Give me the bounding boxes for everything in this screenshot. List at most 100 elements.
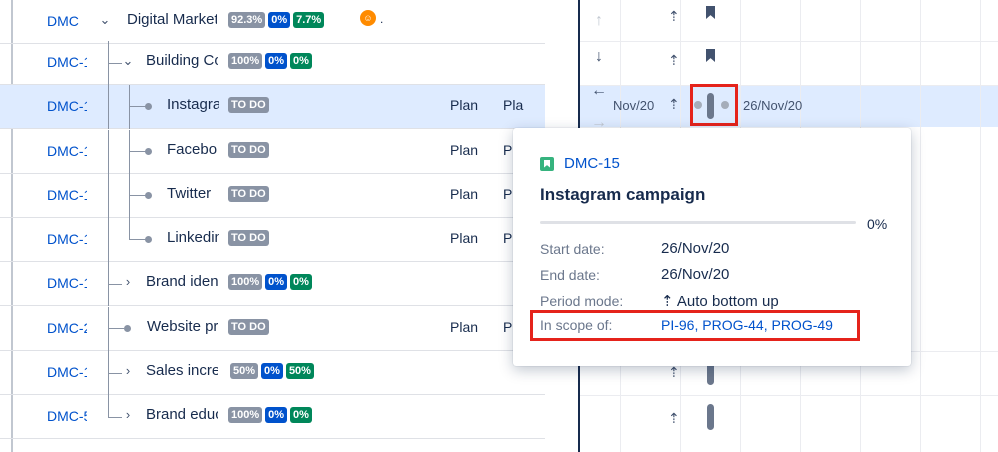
chevron-right-icon[interactable]: › [121,363,135,378]
issue-name: Website pr [147,318,218,335]
auto-bottom-up-icon: ⇡ [668,52,680,68]
planning-column: Pla [503,97,524,113]
issue-name: Building Co [146,52,218,69]
in-progress-badge: 0% [265,274,288,290]
tree-line [108,373,122,374]
tree-line [129,218,130,239]
in-progress-badge: 0% [268,12,291,28]
tree-line [129,174,130,218]
tree-line [108,174,109,218]
leaf-node-icon [124,325,131,332]
table-row[interactable]: DMC-1 Linkedin TO DO Plan P [0,218,545,263]
grid-row [580,85,998,86]
chevron-down-icon[interactable]: ⌄ [98,12,112,28]
tree-line [129,130,130,174]
table-row[interactable]: DMC-1 › Brand iden 100% 0% 0% [0,262,545,307]
chevron-down-icon[interactable]: ⌄ [121,53,135,69]
in-progress-badge: 0% [261,363,283,379]
issue-key-link[interactable]: DMC-1 [47,231,87,247]
issue-key-link[interactable]: DMC [47,13,87,29]
tree-line [129,195,146,196]
period-column: Plan [450,186,479,202]
done-badge: 50% [230,363,259,379]
tree-line [108,307,109,351]
tree-line [108,417,122,418]
arrow-left-icon[interactable]: ← [588,80,610,102]
card-header: DMC-15 [540,155,620,172]
period-column: Plan [450,97,479,113]
in-progress-badge: 0% [265,53,288,69]
tree-line [129,151,146,152]
issue-key-link[interactable]: DMC-1 [47,364,87,380]
tree-line [108,130,109,174]
status-label: TO DO [228,142,269,158]
issue-key-link[interactable]: DMC-1 [47,98,87,114]
tree-line [108,395,109,417]
todo-badge: 7.7% [293,12,325,28]
progress-badges: 100% 0% 0% [228,407,312,423]
arrow-up-icon[interactable]: ↑ [588,10,610,32]
progress-badges: 92.3% 0% 7.7% [228,12,325,28]
done-badge: 100% [228,407,263,423]
auto-bottom-up-icon: ⇡ [661,293,674,310]
issue-key-link[interactable]: DMC-2 [47,320,87,336]
chevron-right-icon[interactable]: › [121,407,135,422]
tree-line [108,284,122,285]
task-bar[interactable] [707,404,714,430]
todo-badge: 0% [290,407,312,423]
issue-name: Twitter [167,185,212,202]
arrow-down-icon[interactable]: ↓ [588,46,610,68]
issue-name: Sales incre [146,362,218,379]
grid-row [580,395,998,396]
issue-name: Facebook [167,141,217,158]
table-row-selected[interactable]: DMC-1 Instagram TO DO Plan Pla [0,85,545,130]
highlight-box [690,84,738,126]
issue-key-link[interactable]: DMC-1 [47,54,87,70]
issue-name: Brand iden [146,273,218,290]
issue-title: Instagram campaign [540,185,706,204]
progress-badges: 50% 0% 50% [230,363,314,379]
table-row[interactable]: DMC-5 › Brand educ 100% 0% 0% [0,395,545,440]
issue-key-link[interactable]: DMC-1 [47,143,87,159]
issue-key-link[interactable]: DMC-5 [47,408,87,424]
issue-hover-card: DMC-15 Instagram campaign 0% Start date:… [513,128,911,366]
auto-bottom-up-icon: ⇡ [668,364,680,380]
milestone-flag-icon[interactable] [706,6,715,19]
grid-row [580,41,998,42]
table-row[interactable]: DMC-2 Website pr TO DO Plan P [0,307,545,352]
tree-line [108,63,122,64]
grid-column [920,0,921,452]
done-badge: 100% [228,53,263,69]
table-row[interactable]: DMC-1 Facebook TO DO Plan P [0,130,545,175]
table-row[interactable]: DMC-1 Twitter TO DO Plan P [0,174,545,219]
period-column: Plan [450,142,479,158]
story-icon [540,156,554,171]
leaf-node-icon [145,148,152,155]
table-row[interactable]: DMC-1 ⌄ Building Co 100% 0% 0% [0,41,545,86]
bar-start-date: Nov/20 [613,98,655,113]
issue-key-link[interactable]: DMC-1 [47,187,87,203]
end-date-value: 26/Nov/20 [661,266,730,283]
status-badge: TO DO [228,142,269,158]
start-date-value: 26/Nov/20 [661,240,730,257]
milestone-flag-icon[interactable] [706,49,715,62]
progress-badges: 100% 0% 0% [228,274,312,290]
auto-bottom-up-icon: ⇡ [668,8,680,24]
status-label: TO DO [228,186,269,202]
table-row[interactable]: DMC-1 › Sales incre 50% 0% 50% [0,351,545,396]
period-column: Plan [450,230,479,246]
todo-badge: 0% [290,53,312,69]
issue-name: Linkedin [167,229,219,246]
period-mode-text: Auto bottom up [676,293,779,310]
table-row[interactable]: DMC ⌄ Digital Marketing 92.3% 0% 7.7% ☺ … [0,0,545,45]
status-label: TO DO [228,97,269,113]
issue-name: Digital Marketing [127,11,217,28]
chevron-right-icon[interactable]: › [121,274,135,289]
issue-key-link[interactable]: DMC-15 [564,155,620,172]
tree-line [108,218,109,262]
tree-line [129,239,146,240]
issue-key-link[interactable]: DMC-1 [47,275,87,291]
issue-name: Instagram [167,96,219,113]
avatar[interactable]: ☺ [360,10,376,26]
status-badge: TO DO [228,230,269,246]
